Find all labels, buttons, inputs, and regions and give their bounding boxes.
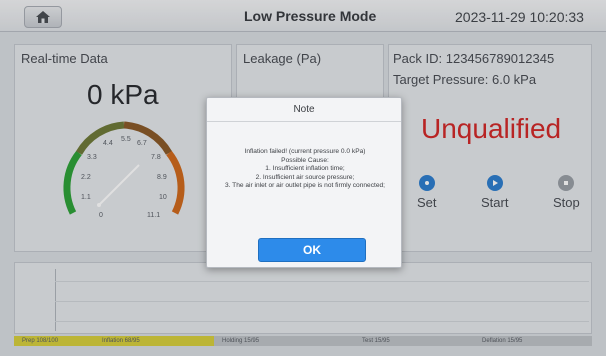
dialog-title: Note	[207, 98, 401, 122]
dialog-line: 2. Insufficient air source pressure;	[255, 173, 355, 181]
dialog-line: 3. The air inlet or air outlet pipe is n…	[224, 182, 386, 189]
dialog-line: 1. Insufficient inflation time;	[265, 165, 345, 172]
dialog-line: Possible Cause:	[281, 156, 329, 164]
dialog-message: Inflation failed! (current pressure 0.0 …	[215, 148, 395, 191]
ok-button[interactable]: OK	[258, 238, 366, 262]
dialog-line: Inflation failed! (current pressure 0.0 …	[244, 148, 366, 155]
note-dialog: Note Inflation failed! (current pressure…	[206, 97, 402, 268]
screen: Low Pressure Mode 2023-11-29 10:20:33 Re…	[0, 0, 606, 356]
